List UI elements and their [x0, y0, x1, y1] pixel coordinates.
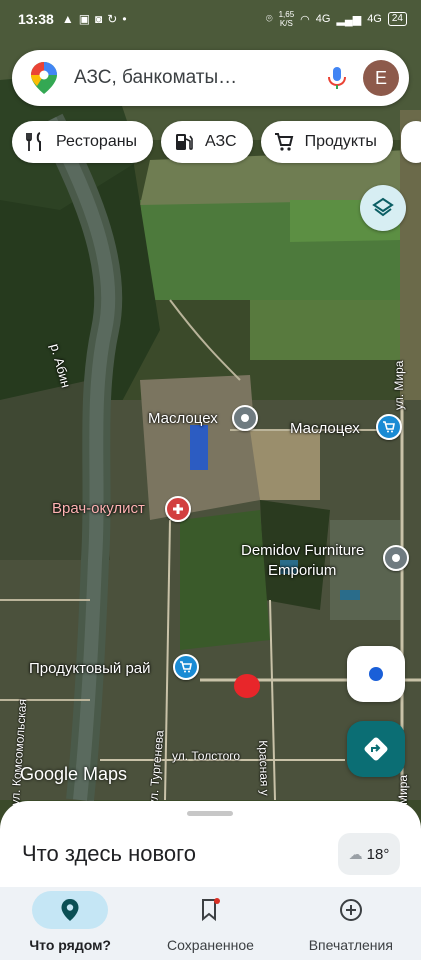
poi-label-doctor[interactable]: Врач-окулист [52, 500, 145, 517]
add-circle-icon [313, 891, 389, 929]
gas-station-icon [176, 134, 193, 150]
street-label-tolstogo: ул. Толстого [172, 749, 241, 763]
nav-item-contribute[interactable]: Впечатления [281, 887, 421, 960]
explore-sheet[interactable]: Что здесь нового ☁ 18° [0, 801, 421, 887]
furniture-poi-icon[interactable] [383, 545, 409, 571]
poi-label-maslotsekh-2[interactable]: Маслоцех [290, 420, 360, 437]
restaurant-icon [26, 132, 41, 151]
layers-button[interactable] [360, 185, 406, 231]
factory-poi-icon[interactable] [232, 405, 258, 431]
grocery-poi-icon[interactable] [173, 654, 199, 680]
search-bar[interactable]: АЗС, банкоматы… E [12, 50, 409, 106]
search-input[interactable]: АЗС, банкоматы… [74, 67, 323, 89]
signal-4g-2: 4G [367, 13, 382, 25]
chip-label: Рестораны [56, 133, 138, 150]
weather-chip[interactable]: ☁ 18° [338, 833, 400, 875]
warning-icon: ▲ [61, 12, 74, 26]
nav-label: Сохраненное [167, 937, 254, 953]
cloud-icon: ☁ [348, 845, 363, 862]
bottom-navigation: Что рядом? Сохраненное Впечатления [0, 887, 421, 960]
nav-item-explore[interactable]: Что рядом? [0, 887, 140, 960]
layers-icon [372, 197, 394, 217]
app-notification-icon: ▣ [78, 12, 91, 26]
net-speed-value: 1,65 [278, 10, 295, 19]
my-location-button[interactable] [347, 646, 405, 702]
directions-icon [364, 737, 388, 761]
sheet-title: Что здесь нового [22, 841, 196, 866]
street-label-mira-top: ул. Мира [392, 360, 406, 410]
chip-more[interactable] [400, 121, 421, 163]
cart-icon [274, 133, 293, 151]
chip-label: АЗС [205, 133, 237, 150]
chip-label: Продукты [304, 133, 377, 150]
category-chips: Рестораны АЗС Продукты [12, 121, 421, 163]
google-maps-pin-icon [31, 62, 57, 94]
status-bar: 13:38 ▲ ▣ ◙ ↻ • ⌾ 1,65 K/S ◠ 4G ▂▄▆ 4G 2… [0, 0, 421, 38]
poi-label-maslotsekh-1[interactable]: Маслоцех [148, 410, 218, 427]
weather-temperature: 18° [366, 845, 390, 863]
nav-label: Впечатления [308, 937, 393, 953]
wifi-icon: ◠ [300, 13, 310, 26]
sheet-drag-handle[interactable] [187, 811, 233, 816]
signal-bars-icon: ▂▄▆ [336, 13, 362, 26]
sync-icon: ↻ [107, 12, 118, 26]
signal-4g-1: 4G [315, 13, 331, 25]
app-notification-icon-2: ◙ [95, 12, 103, 26]
street-label-krasnaya: Красная у [256, 740, 272, 796]
chip-restaurants[interactable]: Рестораны [12, 121, 154, 163]
status-time: 13:38 [18, 11, 54, 27]
chip-groceries[interactable]: Продукты [260, 121, 393, 163]
dot-icon: • [122, 12, 127, 26]
chip-gas-stations[interactable]: АЗС [161, 121, 253, 163]
location-pin-icon [32, 891, 109, 929]
battery-indicator: 24 [387, 12, 407, 26]
poi-label-grocery[interactable]: Продуктовый рай [29, 660, 151, 677]
directions-button[interactable] [347, 721, 405, 777]
shopping-poi-icon[interactable] [376, 414, 402, 440]
medical-poi-icon[interactable] [165, 496, 191, 522]
location-status-icon: ⌾ [265, 12, 273, 25]
net-speed-unit: K/S [279, 19, 293, 28]
nav-label: Что рядом? [29, 937, 111, 953]
account-avatar[interactable]: E [363, 60, 399, 96]
poi-label-furniture-line-2[interactable]: Emporium [268, 562, 336, 579]
bookmark-icon [172, 891, 248, 929]
nav-item-saved[interactable]: Сохраненное [140, 887, 280, 960]
my-location-icon [369, 667, 383, 681]
poi-label-furniture-line-1[interactable]: Demidov Furniture [241, 542, 364, 559]
google-maps-logo: Google Maps [20, 764, 128, 784]
microphone-icon[interactable] [323, 64, 351, 92]
net-speed: 1,65 K/S [279, 10, 295, 28]
